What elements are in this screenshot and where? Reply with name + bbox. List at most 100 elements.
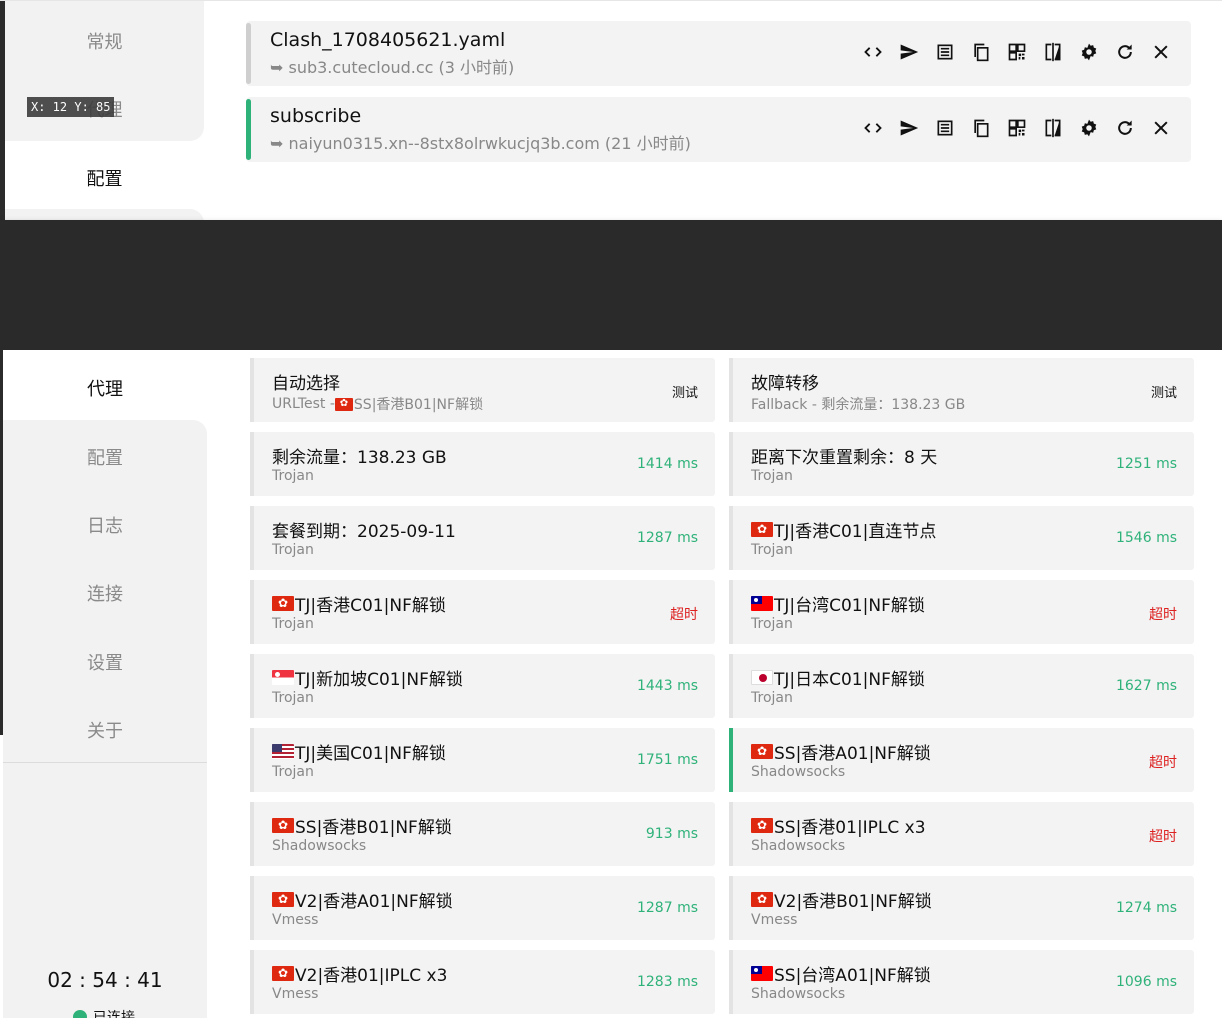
card-bar xyxy=(250,654,254,718)
hk-flag-icon xyxy=(272,892,294,907)
sidebar-item-general[interactable]: 常规 xyxy=(5,28,204,54)
proxy-type: Shadowsocks xyxy=(751,764,846,780)
latency-label[interactable]: 超时 xyxy=(670,604,698,624)
profile-card[interactable]: subscribe ➥ naiyun0315.xn--8stx8olrwkucjq… xyxy=(246,97,1191,162)
profile-toolbar xyxy=(861,40,1173,64)
list-icon[interactable] xyxy=(933,40,957,64)
card-bar xyxy=(250,728,254,792)
card-bar xyxy=(729,728,733,792)
proxy-name-label: V2|香港B01|NF解锁 xyxy=(774,892,932,912)
hk-flag-icon xyxy=(272,596,294,611)
profile-card[interactable]: Clash_1708405621.yaml ➥ sub3.cutecloud.cc… xyxy=(246,21,1191,86)
sidebar-item-proxy[interactable]: 代理 xyxy=(3,375,207,401)
profile-name: Clash_1708405621.yaml xyxy=(270,29,506,51)
us-flag-icon xyxy=(272,744,294,759)
latency-label[interactable]: 1251 ms xyxy=(1116,456,1177,472)
proxy-card[interactable]: V2|香港A01|NF解锁Vmess 1287 ms xyxy=(250,876,715,940)
send-icon[interactable] xyxy=(897,40,921,64)
proxy-name: 剩余流量：138.23 GB xyxy=(272,443,447,468)
config-window: 常规 代理 配置 X: 12 Y: 85 Clash_1708405621.ya… xyxy=(0,0,1222,220)
proxy-card[interactable]: 套餐到期：2025-09-11 Trojan 1287 ms xyxy=(250,506,715,570)
latency-label[interactable]: 1414 ms xyxy=(637,456,698,472)
latency-label[interactable]: 913 ms xyxy=(646,826,698,842)
latency-label[interactable]: 1443 ms xyxy=(637,678,698,694)
close-icon[interactable] xyxy=(1149,40,1173,64)
proxy-card[interactable]: TJ|台湾C01|NF解锁 Trojan 超时 xyxy=(729,580,1194,644)
sidebar-item-about[interactable]: 关于 xyxy=(3,717,207,743)
refresh-icon[interactable] xyxy=(1113,116,1137,140)
hk-flag-icon xyxy=(334,397,353,411)
proxy-name: TJ|新加坡C01|NF解锁 xyxy=(272,665,463,690)
sidebar-item-config[interactable]: 配置 xyxy=(3,444,207,470)
latency-label[interactable]: 1627 ms xyxy=(1116,678,1177,694)
refresh-icon[interactable] xyxy=(1113,40,1137,64)
send-icon[interactable] xyxy=(897,116,921,140)
proxy-name: SS|香港B01|NF解锁 xyxy=(272,813,452,838)
proxy-name: 距离下次重置剩余：8 天 xyxy=(751,443,937,468)
proxy-card[interactable]: SS|香港A01|NF解锁Shadowsocks 超时 xyxy=(729,728,1194,792)
tw-flag-icon xyxy=(751,966,773,981)
copy-icon[interactable] xyxy=(969,116,993,140)
code-icon[interactable] xyxy=(861,40,885,64)
hk-flag-icon xyxy=(751,892,773,907)
latency-label[interactable]: 超时 xyxy=(1149,752,1177,772)
latency-label[interactable]: 1751 ms xyxy=(637,752,698,768)
proxy-name: V2|香港A01|NF解锁 xyxy=(272,887,453,912)
qrcode-icon[interactable] xyxy=(1005,40,1029,64)
close-icon[interactable] xyxy=(1149,116,1173,140)
proxy-name-label: SS|台湾A01|NF解锁 xyxy=(774,966,931,986)
proxy-type: Trojan xyxy=(751,616,793,632)
proxy-card[interactable]: TJ|美国C01|NF解锁 Trojan 1751 ms xyxy=(250,728,715,792)
card-bar xyxy=(729,802,733,866)
proxy-card[interactable]: 距离下次重置剩余：8 天 Trojan 1251 ms xyxy=(729,432,1194,496)
latency-label[interactable]: 超时 xyxy=(1149,604,1177,624)
compare-icon[interactable] xyxy=(1041,116,1065,140)
sidebar-item-connections[interactable]: 连接 xyxy=(3,580,207,606)
proxy-card[interactable]: SS|香港01|IPLC x3Shadowsocks 超时 xyxy=(729,802,1194,866)
profile-select-bar xyxy=(246,99,251,160)
proxy-card[interactable]: TJ|新加坡C01|NF解锁 Trojan 1443 ms xyxy=(250,654,715,718)
code-icon[interactable] xyxy=(861,116,885,140)
proxy-group-card[interactable]: 自动选择 URLTest - SS|香港B01|NF解锁 测试 xyxy=(250,358,715,422)
proxy-name-label: 剩余流量：138.23 GB xyxy=(272,448,447,468)
sidebar-item-config[interactable]: 配置 xyxy=(5,165,204,191)
latency-label[interactable]: 1096 ms xyxy=(1116,974,1177,990)
proxy-card[interactable]: 剩余流量：138.23 GB Trojan 1414 ms xyxy=(250,432,715,496)
proxy-name-label: V2|香港01|IPLC x3 xyxy=(295,966,448,986)
proxy-name-label: 距离下次重置剩余：8 天 xyxy=(751,448,938,468)
sidebar-item-settings[interactable]: 设置 xyxy=(3,649,207,675)
hk-flag-icon xyxy=(272,966,294,981)
latency-label[interactable]: 1274 ms xyxy=(1116,900,1177,916)
proxy-type: Vmess xyxy=(272,912,319,928)
list-icon[interactable] xyxy=(933,116,957,140)
latency-label[interactable]: 1283 ms xyxy=(637,974,698,990)
copy-icon[interactable] xyxy=(969,40,993,64)
hk-flag-icon xyxy=(272,818,294,833)
proxy-group-card[interactable]: 故障转移 Fallback - 剩余流量：138.23 GB 测试 xyxy=(729,358,1194,422)
proxy-card[interactable]: TJ|香港C01|NF解锁Trojan 超时 xyxy=(250,580,715,644)
proxy-card[interactable]: V2|香港01|IPLC x3Vmess 1283 ms xyxy=(250,950,715,1014)
qrcode-icon[interactable] xyxy=(1005,116,1029,140)
sidebar-item-logs[interactable]: 日志 xyxy=(3,512,207,538)
proxy-card[interactable]: TJ|香港C01|直连节点Trojan 1546 ms xyxy=(729,506,1194,570)
proxy-type: Trojan xyxy=(751,542,793,558)
latency-label[interactable]: 1546 ms xyxy=(1116,530,1177,546)
latency-label[interactable]: 超时 xyxy=(1149,826,1177,846)
proxy-name-label: TJ|台湾C01|NF解锁 xyxy=(774,596,925,616)
proxy-card[interactable]: V2|香港B01|NF解锁Vmess 1274 ms xyxy=(729,876,1194,940)
proxy-card[interactable]: SS|台湾A01|NF解锁 Shadowsocks 1096 ms xyxy=(729,950,1194,1014)
proxy-card[interactable]: SS|香港B01|NF解锁Shadowsocks 913 ms xyxy=(250,802,715,866)
test-button[interactable]: 测试 xyxy=(1151,382,1177,401)
latency-label[interactable]: 1287 ms xyxy=(637,900,698,916)
test-button[interactable]: 测试 xyxy=(672,382,698,401)
latency-label[interactable]: 1287 ms xyxy=(637,530,698,546)
proxy-type: Trojan xyxy=(272,542,314,558)
proxy-card[interactable]: TJ|日本C01|NF解锁 Trojan 1627 ms xyxy=(729,654,1194,718)
card-bar xyxy=(250,802,254,866)
compare-icon[interactable] xyxy=(1041,40,1065,64)
proxy-name-label: TJ|新加坡C01|NF解锁 xyxy=(295,670,463,690)
card-bar xyxy=(250,950,254,1014)
gear-icon[interactable] xyxy=(1077,116,1101,140)
group-type: URLTest - SS|香港B01|NF解锁 xyxy=(272,394,483,414)
gear-icon[interactable] xyxy=(1077,40,1101,64)
